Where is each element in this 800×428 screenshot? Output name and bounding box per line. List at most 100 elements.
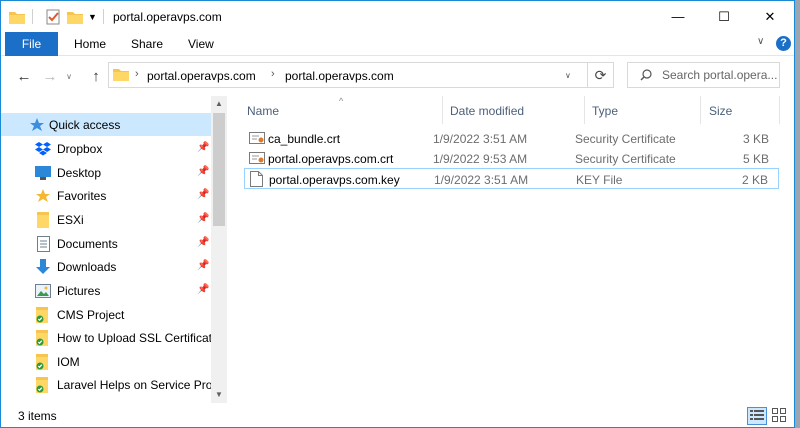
column-header-type[interactable]: Type xyxy=(592,104,618,118)
desktop-icon xyxy=(35,165,51,181)
recent-locations-chevron-icon[interactable]: ∨ xyxy=(63,66,75,86)
folder-icon[interactable] xyxy=(9,8,25,26)
file-date-modified: 1/9/2022 3:51 AM xyxy=(434,173,529,187)
sidebar-item-downloads[interactable]: Downloads 📌 xyxy=(1,255,211,278)
table-row[interactable]: ca_bundle.crt 1/9/2022 3:51 AM Security … xyxy=(244,128,779,149)
navigation-pane: Quick access Dropbox 📌 Desktop 📌 Favorit… xyxy=(1,96,227,403)
breadcrumb-chevron-icon[interactable]: › xyxy=(135,68,139,80)
file-name: ca_bundle.crt xyxy=(268,132,341,146)
forward-arrow-icon[interactable]: → xyxy=(39,66,61,86)
pin-icon[interactable]: 📌 xyxy=(197,213,209,224)
sort-ascending-icon: ^ xyxy=(339,96,344,106)
breadcrumb-item[interactable]: portal.operavps.com xyxy=(285,69,394,83)
column-divider[interactable] xyxy=(584,96,585,124)
synced-folder-icon xyxy=(35,307,51,323)
sidebar-item-esxi[interactable]: ESXi 📌 xyxy=(1,208,211,231)
sidebar-item-favorites[interactable]: Favorites 📌 xyxy=(1,184,211,207)
pin-icon[interactable]: 📌 xyxy=(197,166,209,177)
customize-toolbar-dropdown-icon[interactable]: ▼ xyxy=(88,8,97,26)
tab-file[interactable]: File xyxy=(5,32,58,56)
breadcrumb-item[interactable]: portal.operavps.com xyxy=(147,69,256,83)
tab-view[interactable]: View xyxy=(188,32,214,56)
sidebar-item-label: CMS Project xyxy=(57,308,125,322)
navigation-bar: ← → ∨ ↑ › portal.operavps.com › portal.o… xyxy=(1,56,794,96)
synced-folder-icon xyxy=(35,377,51,393)
toolbar-divider xyxy=(32,9,33,24)
sidebar-item-label: IOM xyxy=(57,355,80,369)
file-type: Security Certificate xyxy=(575,152,676,166)
table-row[interactable]: portal.operavps.com.crt 1/9/2022 9:53 AM… xyxy=(244,148,779,169)
star-icon xyxy=(29,117,45,133)
pin-icon[interactable]: 📌 xyxy=(197,237,209,248)
sidebar-item-label: Laravel Helps on Service Provi xyxy=(57,378,222,392)
maximize-button[interactable]: ☐ xyxy=(701,1,747,32)
sidebar-item-documents[interactable]: Documents 📌 xyxy=(1,232,211,255)
sidebar-item-pictures[interactable]: Pictures 📌 xyxy=(1,279,211,302)
sidebar-item-label: Downloads xyxy=(57,260,117,274)
sidebar-item-dropbox[interactable]: Dropbox 📌 xyxy=(1,137,211,160)
sidebar-item-desktop[interactable]: Desktop 📌 xyxy=(1,161,211,184)
large-icons-view-button[interactable] xyxy=(769,407,789,425)
large-icons-view-icon xyxy=(772,407,786,425)
sidebar-item-label: How to Upload SSL Certificate xyxy=(57,331,219,345)
sidebar-item-label: Pictures xyxy=(57,284,101,298)
table-row[interactable]: portal.operavps.com.key 1/9/2022 3:51 AM… xyxy=(244,168,779,189)
synced-folder-icon xyxy=(35,354,51,370)
window-title: portal.operavps.com xyxy=(113,10,222,24)
scrollbar-thumb[interactable] xyxy=(213,113,225,226)
details-view-button[interactable] xyxy=(747,407,767,425)
file-icon xyxy=(250,171,266,187)
pin-icon[interactable]: 📌 xyxy=(197,189,209,200)
column-divider[interactable] xyxy=(700,96,701,124)
sidebar-item-iom[interactable]: IOM xyxy=(1,350,211,373)
pin-icon[interactable]: 📌 xyxy=(197,142,209,153)
folder-icon xyxy=(113,67,129,84)
file-date-modified: 1/9/2022 9:53 AM xyxy=(433,152,528,166)
file-type: KEY File xyxy=(576,173,623,187)
sidebar-item-quick-access[interactable]: Quick access xyxy=(1,113,211,136)
back-arrow-icon[interactable]: ← xyxy=(13,66,35,86)
column-divider[interactable] xyxy=(779,96,780,124)
details-view-icon xyxy=(750,409,764,424)
sidebar-item-how-to-upload-ssl-certificate[interactable]: How to Upload SSL Certificate xyxy=(1,326,219,349)
new-folder-icon[interactable] xyxy=(67,8,83,26)
file-explorer-window: ▼ portal.operavps.com — ☐ ✕ File Home Sh… xyxy=(0,0,795,428)
column-header-name[interactable]: Name xyxy=(247,104,279,118)
sidebar-item-label: Favorites xyxy=(57,189,107,203)
sidebar-item-laravel-helps[interactable]: Laravel Helps on Service Provi xyxy=(1,373,221,396)
address-dropdown-icon[interactable]: ∨ xyxy=(565,71,571,80)
expand-ribbon-chevron-icon[interactable]: ∨ xyxy=(757,36,764,47)
tab-share[interactable]: Share xyxy=(131,32,163,56)
column-divider[interactable] xyxy=(442,96,443,124)
tab-home[interactable]: Home xyxy=(74,32,106,56)
sidebar-item-label: ESXi xyxy=(57,213,84,227)
sidebar-scrollbar[interactable]: ▲ ▼ xyxy=(211,96,227,403)
scroll-down-arrow-icon[interactable]: ▼ xyxy=(215,390,223,399)
address-bar[interactable]: › portal.operavps.com › portal.operavps.… xyxy=(108,62,588,88)
file-name: portal.operavps.com.crt xyxy=(268,152,394,166)
scroll-up-arrow-icon[interactable]: ▲ xyxy=(215,99,223,108)
breadcrumb-chevron-icon[interactable]: › xyxy=(271,68,275,80)
help-icon[interactable]: ? xyxy=(776,36,791,51)
column-header-size[interactable]: Size xyxy=(709,104,732,118)
certificate-icon xyxy=(249,150,265,166)
file-size: 5 KB xyxy=(742,152,769,166)
search-input[interactable] xyxy=(662,67,778,83)
documents-icon xyxy=(35,236,51,252)
title-bar: ▼ portal.operavps.com — ☐ ✕ xyxy=(1,1,794,32)
properties-icon[interactable] xyxy=(45,8,61,26)
sidebar-item-label: Documents xyxy=(57,237,118,251)
sidebar-item-cms-project[interactable]: CMS Project xyxy=(1,303,211,326)
column-header-date-modified[interactable]: Date modified xyxy=(450,104,524,118)
up-arrow-icon[interactable]: ↑ xyxy=(85,66,107,86)
item-count: 3 items xyxy=(18,409,57,423)
downloads-icon xyxy=(35,259,51,275)
pin-icon[interactable]: 📌 xyxy=(197,284,209,295)
pin-icon[interactable]: 📌 xyxy=(197,260,209,271)
search-box[interactable] xyxy=(627,62,780,88)
file-date-modified: 1/9/2022 3:51 AM xyxy=(433,132,528,146)
minimize-button[interactable]: — xyxy=(655,1,701,32)
refresh-button[interactable]: ⟳ xyxy=(588,62,614,88)
close-button[interactable]: ✕ xyxy=(747,1,793,32)
star-icon xyxy=(35,188,51,204)
